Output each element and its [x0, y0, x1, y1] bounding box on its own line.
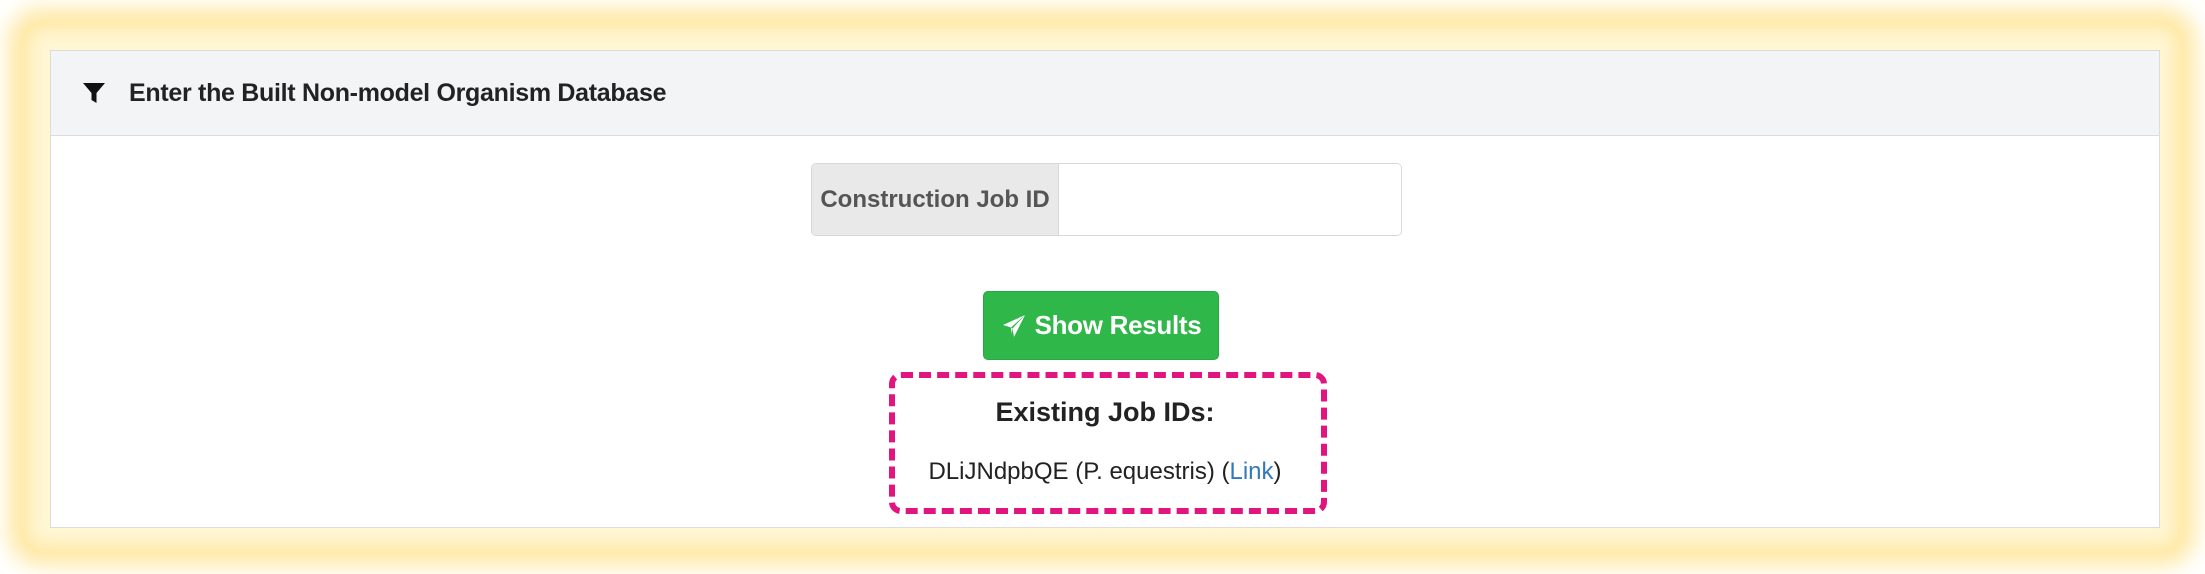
link-paren-open: ( — [1221, 458, 1230, 485]
existing-jobs-title: Existing Job IDs: — [995, 397, 1215, 427]
organism-database-panel: Enter the Built Non-model Organism Datab… — [50, 50, 2160, 528]
paper-plane-icon — [1001, 313, 1027, 339]
organism-name: (P. equestris) — [1075, 458, 1215, 485]
job-id-input-group: Construction Job ID — [811, 163, 1402, 236]
existing-jobs-highlight — [889, 372, 1327, 514]
panel-title: Enter the Built Non-model Organism Datab… — [129, 78, 667, 107]
panel-heading: Enter the Built Non-model Organism Datab… — [51, 51, 2159, 136]
job-link[interactable]: Link — [1230, 458, 1274, 485]
job-id-input[interactable] — [1059, 164, 1401, 235]
job-id-label: Construction Job ID — [812, 164, 1059, 235]
existing-job-item: DLiJNdpbQE (P. equestris) (Link) — [51, 458, 2159, 486]
show-results-label: Show Results — [1034, 310, 1202, 340]
job-id-text: DLiJNdpbQE — [928, 458, 1069, 485]
filter-icon — [81, 80, 107, 106]
show-results-button[interactable]: Show Results — [983, 291, 1219, 360]
link-paren-close: ) — [1273, 458, 1282, 485]
